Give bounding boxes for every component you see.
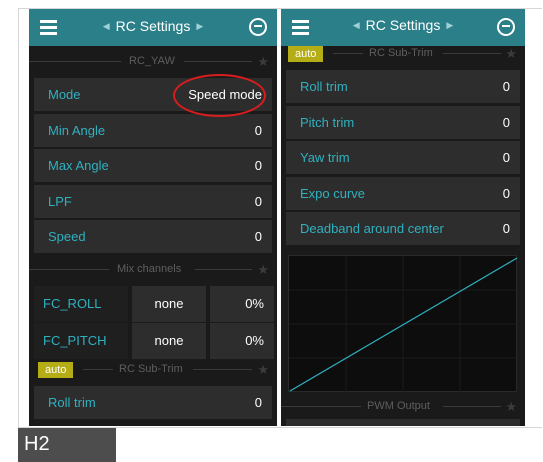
setting-label: Mode — [48, 87, 81, 102]
setting-value: 0 — [502, 150, 510, 165]
setting-label: Roll trim — [300, 79, 348, 94]
section-title: Mix channels — [117, 263, 182, 275]
mix-row-fc-roll: FC_ROLL none 0% — [34, 286, 274, 322]
setting-row-roll-trim[interactable]: Roll trim 0 — [34, 386, 272, 419]
header-title: RC Settings — [115, 18, 191, 34]
arrow-left-icon[interactable]: ◀ — [103, 21, 110, 31]
setting-row-partial — [286, 419, 520, 426]
mix-row-fc-pitch: FC_PITCH none 0% — [34, 323, 274, 359]
mix-source-select[interactable]: none — [132, 323, 206, 359]
setting-value: 0 — [254, 158, 262, 173]
setting-value: 0 — [502, 186, 510, 201]
section-header-pwm-output: PWM Output ★ — [281, 398, 525, 416]
setting-value: 0 — [254, 229, 262, 244]
setting-value: 0 — [502, 115, 510, 130]
setting-label: Max Angle — [48, 158, 109, 173]
setting-row-deadband[interactable]: Deadband around center 0 — [286, 212, 520, 245]
setting-row-roll-trim[interactable]: Roll trim 0 — [286, 70, 520, 103]
arrow-left-icon[interactable]: ◀ — [353, 20, 360, 30]
header-title-group: ◀ RC Settings ▶ — [281, 17, 525, 33]
setting-label: Pitch trim — [300, 115, 355, 130]
mix-percent-value[interactable]: 0% — [210, 286, 274, 322]
left-screen: ◀ RC Settings ▶ RC_YAW ★ Mode Speed mode M… — [29, 9, 277, 426]
setting-value: 0 — [254, 395, 262, 410]
app-bar: ◀ RC Settings ▶ — [281, 9, 525, 46]
expo-curve-graph — [288, 255, 518, 393]
star-icon[interactable]: ★ — [257, 54, 269, 70]
mix-percent-value[interactable]: 0% — [210, 323, 274, 359]
setting-label: Roll trim — [48, 395, 96, 410]
arrow-right-icon[interactable]: ▶ — [196, 21, 203, 31]
star-icon[interactable]: ★ — [257, 362, 269, 378]
logout-icon[interactable] — [249, 18, 267, 36]
expo-curve-svg — [289, 256, 518, 393]
highlight-circle-annotation — [173, 74, 266, 117]
star-icon[interactable]: ★ — [257, 262, 269, 278]
setting-row-min-angle[interactable]: Min Angle 0 — [34, 114, 272, 147]
section-header-rc-subtrim: auto RC Sub-Trim ★ — [29, 361, 277, 379]
auto-badge[interactable]: auto — [288, 46, 324, 62]
section-title: RC Sub-Trim — [119, 363, 183, 375]
section-title: RC Sub-Trim — [369, 47, 433, 59]
header-title: RC Settings — [365, 17, 441, 33]
setting-value: 0 — [502, 221, 510, 236]
setting-row-expo-curve[interactable]: Expo curve 0 — [286, 177, 520, 210]
section-header-rc-subtrim: auto RC Sub-Trim ★ — [281, 45, 525, 63]
setting-value: 0 — [254, 123, 262, 138]
setting-row-lpf[interactable]: LPF 0 — [34, 185, 272, 218]
header-title-group: ◀ RC Settings ▶ — [29, 18, 277, 34]
setting-row-pitch-trim[interactable]: Pitch trim 0 — [286, 106, 520, 139]
section-title: RC_YAW — [129, 55, 175, 67]
mix-source-select[interactable]: none — [132, 286, 206, 322]
setting-value: 0 — [254, 194, 262, 209]
setting-value: 0 — [502, 79, 510, 94]
setting-label: Deadband around center — [300, 221, 444, 236]
mix-channel-name: FC_PITCH — [34, 323, 128, 359]
arrow-right-icon[interactable]: ▶ — [446, 20, 453, 30]
setting-label: Expo curve — [300, 186, 366, 201]
figure-caption: H2 — [18, 428, 116, 462]
star-icon[interactable]: ★ — [505, 399, 517, 415]
setting-row-max-angle[interactable]: Max Angle 0 — [34, 149, 272, 182]
setting-row-yaw-trim[interactable]: Yaw trim 0 — [286, 141, 520, 174]
section-header-mix-channels: Mix channels ★ — [29, 261, 277, 279]
section-header-rc-yaw: RC_YAW ★ — [29, 53, 277, 71]
mix-channel-name: FC_ROLL — [34, 286, 128, 322]
setting-label: LPF — [48, 194, 72, 209]
section-title: PWM Output — [367, 400, 430, 412]
setting-label: Speed — [48, 229, 86, 244]
logout-icon[interactable] — [497, 18, 515, 36]
setting-row-speed[interactable]: Speed 0 — [34, 220, 272, 253]
app-bar: ◀ RC Settings ▶ — [29, 9, 277, 46]
setting-label: Min Angle — [48, 123, 106, 138]
setting-label: Yaw trim — [300, 150, 350, 165]
auto-badge[interactable]: auto — [38, 362, 74, 378]
right-screen: ◀ RC Settings ▶ auto RC Sub-Trim ★ Roll tr… — [281, 9, 525, 426]
star-icon[interactable]: ★ — [505, 46, 517, 62]
